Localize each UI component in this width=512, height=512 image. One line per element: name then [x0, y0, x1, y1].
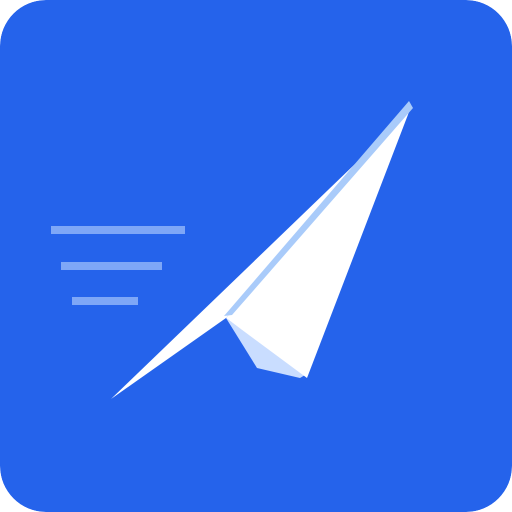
speed-line-bottom [72, 297, 138, 305]
speed-line-middle [61, 262, 162, 270]
speed-line-top [51, 226, 185, 234]
app-icon[interactable] [0, 0, 512, 512]
paper-plane-icon [0, 0, 512, 512]
icon-background [0, 0, 512, 512]
